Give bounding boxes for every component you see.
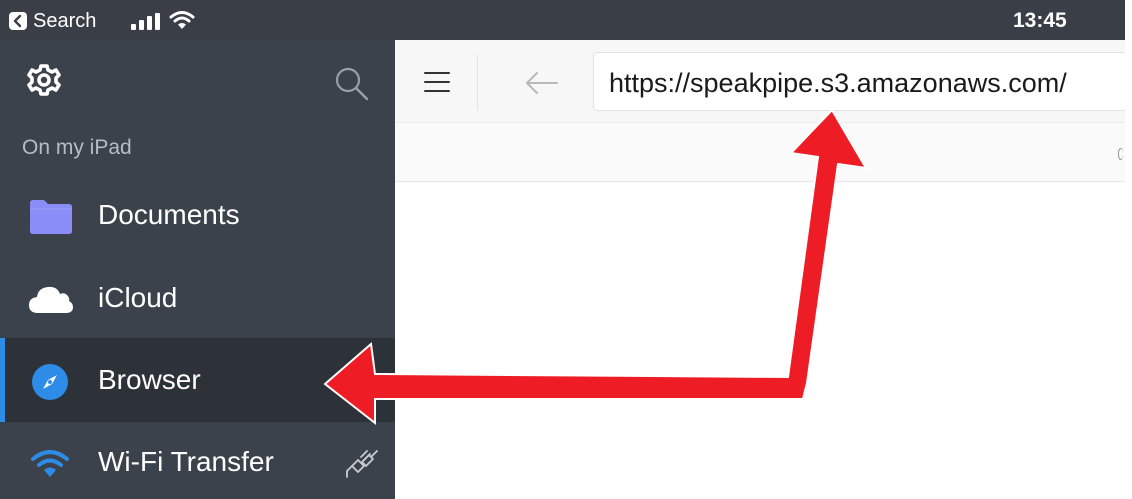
status-bar: Search 13:45 bbox=[0, 0, 1125, 40]
sidebar-item-documents[interactable]: Documents bbox=[0, 173, 395, 257]
sidebar-item-label: iCloud bbox=[98, 282, 178, 313]
toolbar-divider bbox=[477, 54, 478, 110]
url-text: https://speakpipe.s3.amazonaws.com/ bbox=[609, 68, 1067, 98]
status-back-label[interactable]: Search bbox=[33, 9, 96, 33]
sidebar-item-label: Documents bbox=[98, 199, 240, 230]
compass-icon bbox=[32, 364, 68, 400]
sidebar-item-wifi-transfer[interactable]: Wi-Fi Transfer bbox=[0, 420, 395, 499]
sidebar-item-label: Browser bbox=[98, 364, 201, 395]
browser-subbar bbox=[395, 122, 1125, 182]
sidebar-item-icloud[interactable]: iCloud bbox=[0, 256, 395, 340]
active-indicator bbox=[0, 338, 5, 422]
folder-icon bbox=[30, 200, 72, 234]
gear-icon[interactable] bbox=[27, 63, 61, 97]
wifi-icon bbox=[31, 450, 69, 477]
back-arrow-icon[interactable] bbox=[525, 71, 559, 95]
cloud-icon bbox=[29, 286, 73, 313]
hamburger-menu-icon[interactable] bbox=[424, 71, 450, 93]
sidebar-item-browser[interactable]: Browser bbox=[0, 338, 395, 422]
sidebar-item-label: Wi-Fi Transfer bbox=[98, 446, 274, 477]
wifi-icon bbox=[169, 11, 195, 29]
browser-pane: https://speakpipe.s3.amazonaws.com/ bbox=[395, 40, 1125, 499]
browser-toolbar: https://speakpipe.s3.amazonaws.com/ bbox=[395, 40, 1125, 122]
section-label: On my iPad bbox=[22, 136, 132, 159]
status-clock: 13:45 bbox=[1013, 9, 1067, 32]
search-icon[interactable] bbox=[334, 66, 370, 102]
back-badge-icon[interactable] bbox=[9, 12, 27, 30]
plug-icon[interactable] bbox=[344, 446, 380, 480]
reload-icon[interactable] bbox=[1118, 148, 1123, 160]
app-frame: Search 13:45 On my iPad Documents iCloud… bbox=[0, 0, 1125, 499]
sidebar: On my iPad Documents iCloud Browser Wi-F… bbox=[0, 40, 395, 499]
signal-icon bbox=[131, 13, 160, 30]
url-field[interactable]: https://speakpipe.s3.amazonaws.com/ bbox=[593, 52, 1125, 111]
